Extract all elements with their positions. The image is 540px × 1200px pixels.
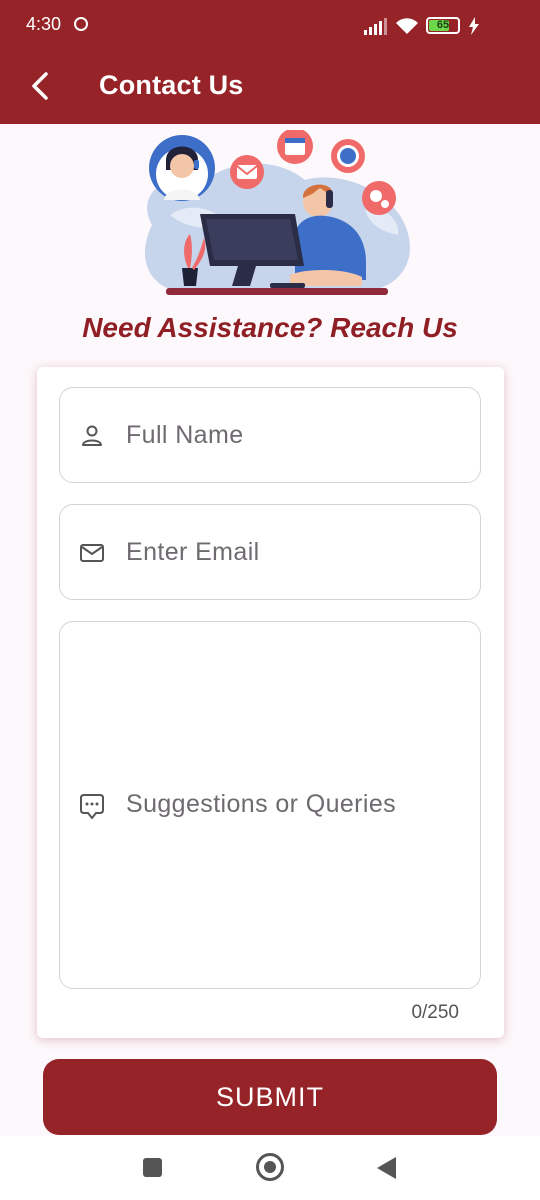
message-placeholder: Suggestions or Queries (126, 790, 397, 818)
page-title: Contact Us (99, 70, 244, 100)
system-nav-bar (0, 1136, 540, 1200)
status-bar: 4:30 65 (0, 0, 540, 52)
message-field[interactable]: Suggestions or Queries (59, 621, 481, 989)
notification-icon (74, 17, 88, 31)
charging-icon (469, 17, 479, 35)
customer-support-illustration (144, 130, 410, 295)
back-button[interactable] (22, 66, 58, 106)
character-counter: 0/250 (411, 1002, 459, 1023)
home-dot-icon (264, 1161, 276, 1173)
status-time: 4:30 (26, 14, 62, 34)
submit-button[interactable]: SUBMIT (43, 1059, 497, 1135)
wifi-icon (396, 18, 418, 34)
status-icons: 65 (364, 14, 514, 38)
full-name-placeholder: Full Name (126, 421, 244, 449)
home-button[interactable] (256, 1153, 284, 1181)
chevron-left-icon (32, 72, 48, 100)
email-placeholder: Enter Email (126, 538, 260, 566)
chat-bubble-icon (80, 794, 104, 819)
signal-icon (364, 18, 387, 35)
battery-icon: 65 (426, 17, 460, 34)
system-back-button[interactable] (377, 1157, 396, 1179)
app-bar: 4:30 65 Contact Us (0, 0, 540, 124)
email-field[interactable]: Enter Email (59, 504, 481, 600)
recents-button[interactable] (143, 1158, 162, 1177)
battery-level: 65 (436, 19, 450, 31)
mail-icon (80, 544, 104, 562)
full-name-field[interactable]: Full Name (59, 387, 481, 483)
tagline: Need Assistance? Reach Us (82, 312, 458, 343)
contact-form-card: Full Name Enter Email Suggestions or Que… (37, 367, 504, 1038)
person-icon (82, 425, 102, 446)
